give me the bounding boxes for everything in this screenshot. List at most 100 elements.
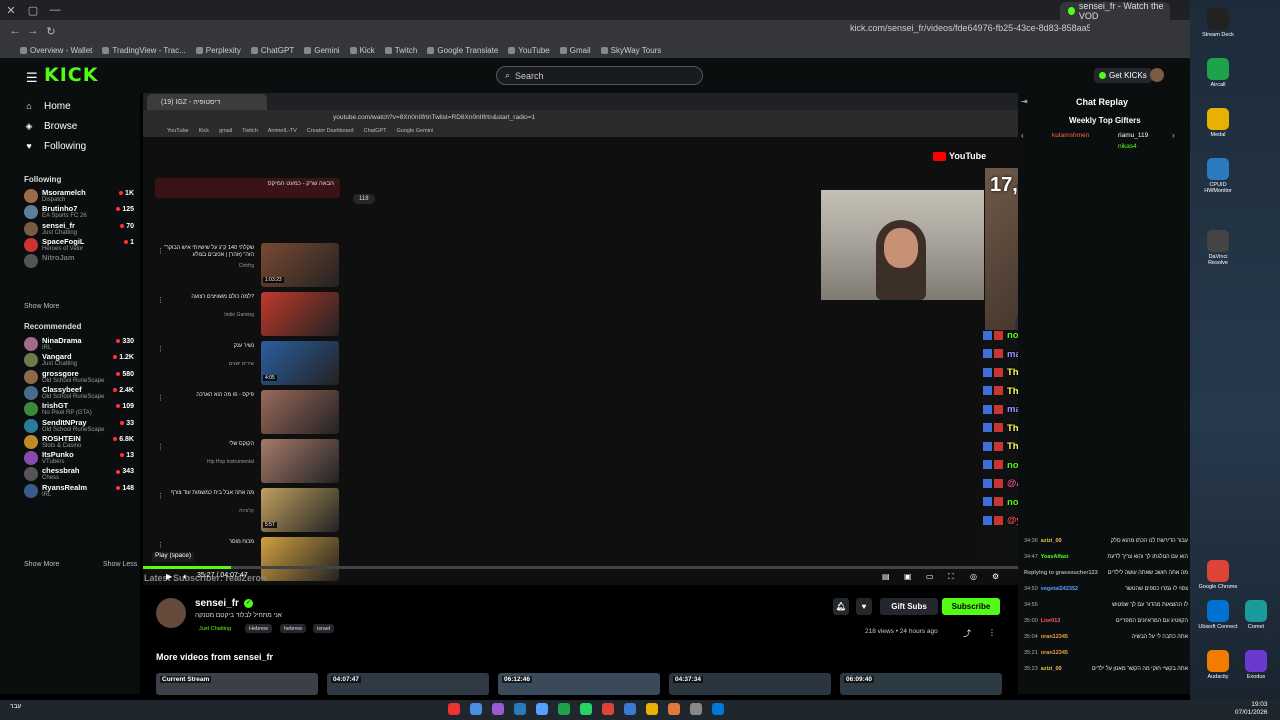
video-progress-bar[interactable] <box>143 566 1018 569</box>
desktop-icon-exodus[interactable]: Exodus <box>1236 650 1276 680</box>
taskbar-app-icon[interactable] <box>690 703 702 715</box>
reload-icon[interactable]: ↻ <box>42 25 60 38</box>
desktop-icon-cpuid-hwmonitor[interactable]: CPUID HWMonitor <box>1198 158 1238 194</box>
nav-home[interactable]: ⌂ Home <box>24 97 70 115</box>
chat-user[interactable]: Lior013 <box>1041 618 1061 625</box>
bookmark[interactable]: Overview - Wallet <box>20 46 92 55</box>
bookmark[interactable]: SkyWay Tours <box>601 46 662 55</box>
video-player[interactable]: (19) IGZ - דיסטופיה youtube.com/watch?v=… <box>143 93 1018 585</box>
chat-user[interactable]: oran12345 <box>1041 634 1068 641</box>
collapse-chat-icon[interactable]: ⇥ <box>1021 97 1028 106</box>
search-input[interactable]: ⌕ Search <box>496 66 703 85</box>
sidebar-channel-irishgt[interactable]: IrishGT No Pixel RP (GTA) 109 <box>24 401 136 419</box>
desktop-icon-audacity[interactable]: Audacity <box>1198 650 1238 680</box>
taskbar-app-icon[interactable] <box>470 703 482 715</box>
taskbar-lang[interactable]: עבר <box>10 703 21 710</box>
fullscreen-icon[interactable]: ⛶ <box>948 572 954 582</box>
chat-user[interactable]: oran12345 <box>1041 650 1068 657</box>
taskbar-app-icon[interactable] <box>646 703 658 715</box>
video-thumbnail[interactable]: 04:07:47 <box>327 673 489 695</box>
follow-heart-icon[interactable]: ♥ <box>856 598 872 615</box>
sidebar-channel-spacefogil[interactable]: SpaceFogiL Heroes of Valor 1 <box>24 237 136 255</box>
bookmark[interactable]: YouTube <box>508 46 549 55</box>
captions-icon[interactable]: ▤ <box>882 572 890 581</box>
desktop-icon-ubisoft-connect[interactable]: Ubisoft Connect <box>1198 600 1238 630</box>
taskbar-app-icon[interactable] <box>712 703 724 715</box>
desktop-icon-stream-deck[interactable]: Stream Deck <box>1198 8 1238 38</box>
desktop-icon-davinci-resolve[interactable]: DaVinci Resolve <box>1198 230 1238 266</box>
bookmark[interactable]: Google Translate <box>427 46 498 55</box>
category-tag[interactable]: Just Chatting <box>195 624 235 633</box>
sidebar-channel-ninadrama[interactable]: NinaDrama IRL 330 <box>24 336 136 354</box>
nav-browse[interactable]: ◈ Browse <box>24 117 78 135</box>
show-more-following[interactable]: Show More <box>24 303 59 310</box>
nav-following[interactable]: ♥ Following <box>24 137 86 155</box>
channel-avatar[interactable] <box>156 598 186 628</box>
sidebar-channel-ryansrealm[interactable]: RyansRealm IRL 148 <box>24 483 136 501</box>
taskbar-app-icon[interactable] <box>580 703 592 715</box>
user-avatar[interactable] <box>1150 68 1164 82</box>
restore-window-icon[interactable]: ▢ <box>22 0 44 20</box>
tab-kick-vod[interactable]: sensei_fr - Watch the VOD <box>1060 1 1170 21</box>
more-options-icon[interactable]: ⋮ <box>988 628 996 637</box>
gift-subs-button[interactable]: Gift Subs <box>880 598 938 615</box>
bookmark[interactable]: Twitch <box>385 46 418 55</box>
volume-icon[interactable]: ◖ <box>182 572 187 581</box>
bookmark[interactable]: Gmail <box>560 46 591 55</box>
chat-user[interactable]: vegetal242352 <box>1041 586 1078 593</box>
bookmark[interactable]: ChatGPT <box>251 46 294 55</box>
sidebar-channel-nitrojam[interactable]: NitroJam <box>24 253 136 271</box>
bookmark[interactable]: Kick <box>350 46 375 55</box>
gifters-prev-icon[interactable]: ‹ <box>1021 131 1024 140</box>
taskbar-app-icon[interactable] <box>514 703 526 715</box>
taskbar-app-icon[interactable] <box>448 703 460 715</box>
video-thumbnail[interactable]: 06:12:46 <box>498 673 660 695</box>
show-less-button[interactable]: Show Less <box>103 561 137 568</box>
video-thumbnail[interactable]: 06:09:40 <box>840 673 1002 695</box>
desktop-icon-comet[interactable]: Comet <box>1236 600 1276 630</box>
taskbar-app-icon[interactable] <box>668 703 680 715</box>
subscribe-button[interactable]: Subscribe <box>942 598 1000 615</box>
sidebar-channel-roshtein[interactable]: ROSHTEIN Slots & Casino 6.8K <box>24 434 136 452</box>
sidebar-channel-classybeef[interactable]: Classybeef Old School RuneScape 2.4K <box>24 385 136 403</box>
menu-icon[interactable]: ☰ <box>26 70 38 86</box>
video-thumbnail[interactable]: 04:37:34 <box>669 673 831 695</box>
kick-logo[interactable]: KICK <box>44 64 98 86</box>
minimize-window-icon[interactable]: — <box>44 0 66 20</box>
tag[interactable]: hebrew <box>280 624 307 633</box>
chat-user[interactable]: Replying to grassoucher123 <box>1024 570 1098 577</box>
forward-icon[interactable]: → <box>24 25 42 37</box>
bookmark[interactable]: Gemini <box>304 46 339 55</box>
bookmark[interactable]: TradingView - Trac... <box>102 46 185 55</box>
theater-icon[interactable]: ▭ <box>926 572 934 581</box>
sidebar-channel-itspunko[interactable]: ItsPunko VTubers 13 <box>24 450 136 468</box>
taskbar-app-icon[interactable] <box>602 703 614 715</box>
notify-bell-icon[interactable]: 🔔︎ <box>833 598 849 615</box>
channel-name[interactable]: sensei_fr <box>195 598 239 609</box>
gifters-next-icon[interactable]: › <box>1172 131 1175 140</box>
close-window-icon[interactable]: ✕ <box>0 0 22 20</box>
sidebar-channel-brutinho7[interactable]: Brutinho7 EA Sports FC 26 125 <box>24 204 136 222</box>
sidebar-channel-grossgore[interactable]: grossgore Old School RuneScape 580 <box>24 369 136 387</box>
tag[interactable]: Hebrew <box>245 624 272 633</box>
share-icon[interactable]: ⤴ <box>963 628 971 639</box>
desktop-icon-medal[interactable]: Medal <box>1198 108 1238 138</box>
taskbar-app-icon[interactable] <box>492 703 504 715</box>
desktop-icon-google-chrome[interactable]: Google Chrome <box>1198 560 1238 590</box>
bookmark[interactable]: Perplexity <box>196 46 241 55</box>
speed-icon[interactable]: ◎ <box>970 572 977 581</box>
taskbar-app-icon[interactable] <box>558 703 570 715</box>
tag[interactable]: israel <box>313 624 335 633</box>
chat-user[interactable]: azizi_00 <box>1041 538 1062 545</box>
sidebar-channel-msoramelch[interactable]: Msoramelch Dispatch 1K <box>24 188 136 206</box>
desktop-icon-aircall[interactable]: Aircall <box>1198 58 1238 88</box>
get-kicks-button[interactable]: Get KICKs <box>1094 68 1152 83</box>
chat-user[interactable]: azizi_00 <box>1041 666 1062 673</box>
play-icon[interactable]: ▶ <box>166 572 172 581</box>
sidebar-channel-senditnpray[interactable]: SendItNPray Old School RuneScape 33 <box>24 418 136 436</box>
back-icon[interactable]: ← <box>6 25 24 37</box>
url-field[interactable]: kick.com/sensei_fr/videos/fde64976-fb25-… <box>850 23 1090 39</box>
taskbar-app-icon[interactable] <box>536 703 548 715</box>
sidebar-channel-chessbrah[interactable]: chessbrah Chess 343 <box>24 466 136 484</box>
show-more-recommended[interactable]: Show More <box>24 561 59 568</box>
